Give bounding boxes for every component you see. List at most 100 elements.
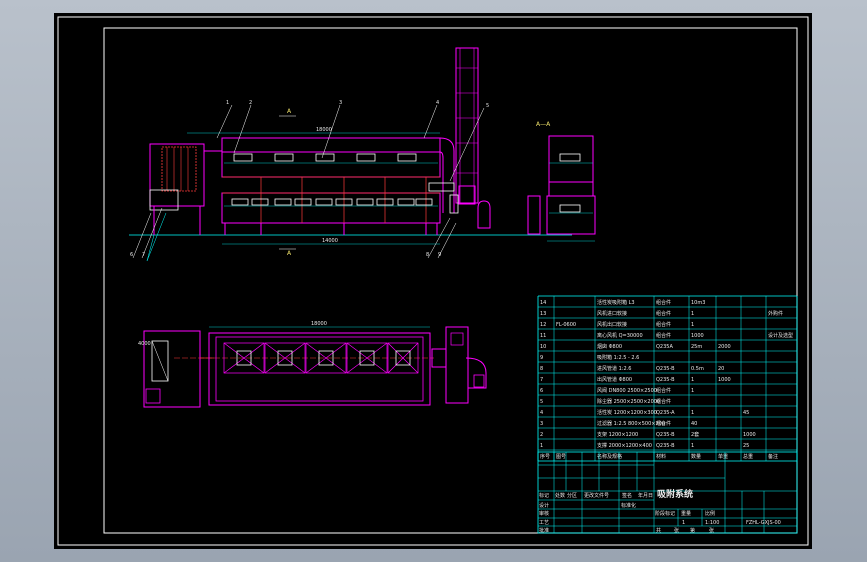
dim-overall-length: 18000: [316, 127, 332, 133]
cad-viewport: 18000 14000 A A 1 2 3 4 5 6 7 8 9 A—A 18…: [0, 0, 867, 562]
adsorption-box-lower: [221, 192, 441, 224]
tb-col-zone: 分区: [567, 492, 577, 499]
bom-cell-material: Q235-B: [656, 432, 675, 438]
tb-standard: 标准化: [621, 502, 636, 509]
bom-cell-no: 12: [540, 322, 546, 328]
bom-cell-material: Q235-B: [656, 377, 675, 383]
bom-cell-drawing: FL-0600: [556, 322, 576, 328]
bom-header-unit: 单重: [718, 453, 728, 460]
bom-cell-name: 过滤器 1:2.5 800×500×200: [597, 420, 665, 427]
balloon-1: 1: [226, 100, 229, 106]
bom-cell-qty: 1: [691, 443, 694, 449]
balloon-9: 9: [438, 252, 441, 258]
bom-cell-name: 支架 1200×1200: [597, 431, 638, 438]
bom-cell-material: 组合件: [656, 420, 671, 427]
bom-cell-name: 烟囱 Φ800: [597, 343, 622, 350]
bom-cell-material: 组合件: [656, 321, 671, 328]
bom-cell-qty: 1: [691, 311, 694, 317]
bom-cell-unit: 2000: [718, 344, 731, 350]
tb-label-mark: 标记: [539, 492, 549, 499]
bom-cell-name: 活性炭 1200×1200×300: [597, 409, 657, 416]
bom-cell-no: 11: [540, 333, 546, 339]
elevation-view: 18000 14000 A A 1 2 3 4 5 6 7 8 9: [129, 47, 572, 262]
tb-col-count: 处数: [555, 492, 565, 499]
title-block: 标记 设计 审核 工艺 批准 处数 分区 更改文件号 签名 年月日 标准化 吸附…: [537, 451, 798, 534]
bom-cell-material: Q235-A: [656, 410, 675, 416]
riser-elbow: [439, 137, 455, 213]
bom-cell-no: 14: [540, 300, 546, 306]
drawing-canvas: 18000 14000 A A 1 2 3 4 5 6 7 8 9 A—A 18…: [57, 16, 809, 546]
drawing-sheet: 18000 14000 A A 1 2 3 4 5 6 7 8 9 A—A 18…: [54, 13, 812, 549]
bom-cell-qty: 2套: [691, 431, 699, 438]
bom-cell-name: 离心风机 Q=30000: [597, 332, 643, 339]
tb-scale-label: 比例: [705, 510, 715, 517]
balloon-7: 7: [142, 252, 145, 258]
bom-cell-material: 组合件: [656, 398, 671, 405]
plan-view: 18000 4000: [138, 321, 487, 408]
tb-sheet-no: 第: [690, 527, 695, 534]
bom-cell-material: 组合件: [656, 387, 671, 394]
bom-cell-no: 13: [540, 311, 546, 317]
bom-header-no: 序号: [540, 453, 550, 460]
tb-col-change: 更改文件号: [584, 492, 609, 499]
bom-header-drawing: 图号: [556, 454, 566, 460]
bom-cell-qty: 1: [691, 377, 694, 383]
bom-cell-name: 出风管道 Φ800: [597, 376, 632, 383]
dim-bottom: 14000: [322, 238, 338, 244]
bom-cell-name: 风机进口软接: [597, 310, 627, 317]
bom-cell-no: 5: [540, 399, 543, 405]
bom-header-material: 材料: [656, 453, 666, 460]
adsorption-box-upper: [221, 151, 441, 178]
section-a-label: A—A: [536, 121, 551, 128]
bom-cell-note: 外购件: [768, 310, 783, 317]
bom-cell-no: 3: [540, 421, 543, 427]
bom-cell-qty: 10m3: [691, 300, 705, 306]
bom-cell-material: Q235-B: [656, 443, 675, 449]
tb-col-sign: 签名: [622, 492, 632, 499]
bom-cell-material: Q235-B: [656, 366, 675, 372]
fan-base: [458, 185, 476, 205]
bom-cell-qty: 25m: [691, 344, 702, 350]
centrifugal-fan: [477, 200, 491, 229]
bom-cell-no: 4: [540, 410, 543, 416]
tb-weight-label: 重量: [681, 510, 691, 517]
section-mark-a-bottom: A: [287, 250, 292, 257]
tb-quantity: 1: [682, 520, 685, 526]
bom-header-total: 总重: [743, 453, 753, 460]
bom-cell-no: 1: [540, 443, 543, 449]
outer-frame: [57, 16, 809, 546]
bom-cell-qty: 1: [691, 388, 694, 394]
bom-cell-unit: 20: [718, 366, 724, 372]
tb-label-design: 设计: [539, 502, 549, 509]
bom-cell-total: 45: [743, 410, 749, 416]
bom-header-note: 备注: [768, 453, 778, 460]
balloon-6: 6: [130, 252, 133, 258]
plan-adsorption-box: [208, 332, 431, 406]
bom-cell-name: 风机出口软接: [597, 321, 627, 328]
bill-of-materials: 14 活性炭吸附箱 L3 组合件 10m313 风机进口软接 组合件 1 外购件12 FL-06…: [537, 295, 798, 462]
bom-cell-no: 8: [540, 366, 543, 372]
bom-cell-total: 25: [743, 443, 749, 449]
balloon-8: 8: [426, 252, 429, 258]
bom-cell-material: 组合件: [656, 310, 671, 317]
chimney: [455, 47, 479, 204]
bom-cell-qty: 0.5m: [691, 366, 704, 372]
bom-cell-total: 1000: [743, 432, 756, 438]
bom-cell-note: 设计及选型: [768, 332, 793, 339]
tb-sheet-unit2: 张: [709, 527, 714, 534]
bom-cell-qty: 40: [691, 421, 697, 427]
bom-cell-material: Q235A: [656, 344, 673, 350]
balloon-2: 2: [249, 100, 252, 106]
plan-chimney-fan: [445, 326, 469, 404]
tb-label-review: 审核: [539, 510, 549, 517]
section-mark-a-top: A: [287, 108, 292, 115]
tb-sheet-total: 共: [656, 527, 661, 534]
bom-cell-no: 10: [540, 344, 546, 350]
dim-height-left: 4000: [138, 341, 151, 347]
drawing-title: 吸附系统: [657, 488, 693, 500]
tb-stage-label: 阶段标记: [655, 510, 675, 517]
tb-label-process: 工艺: [539, 520, 549, 526]
bom-cell-name: 进风管道 1:2.6: [597, 365, 631, 372]
bom-cell-name: 活性炭吸附箱 L3: [597, 299, 635, 306]
bom-cell-name: 支撑 2000×1200×400: [597, 442, 652, 449]
